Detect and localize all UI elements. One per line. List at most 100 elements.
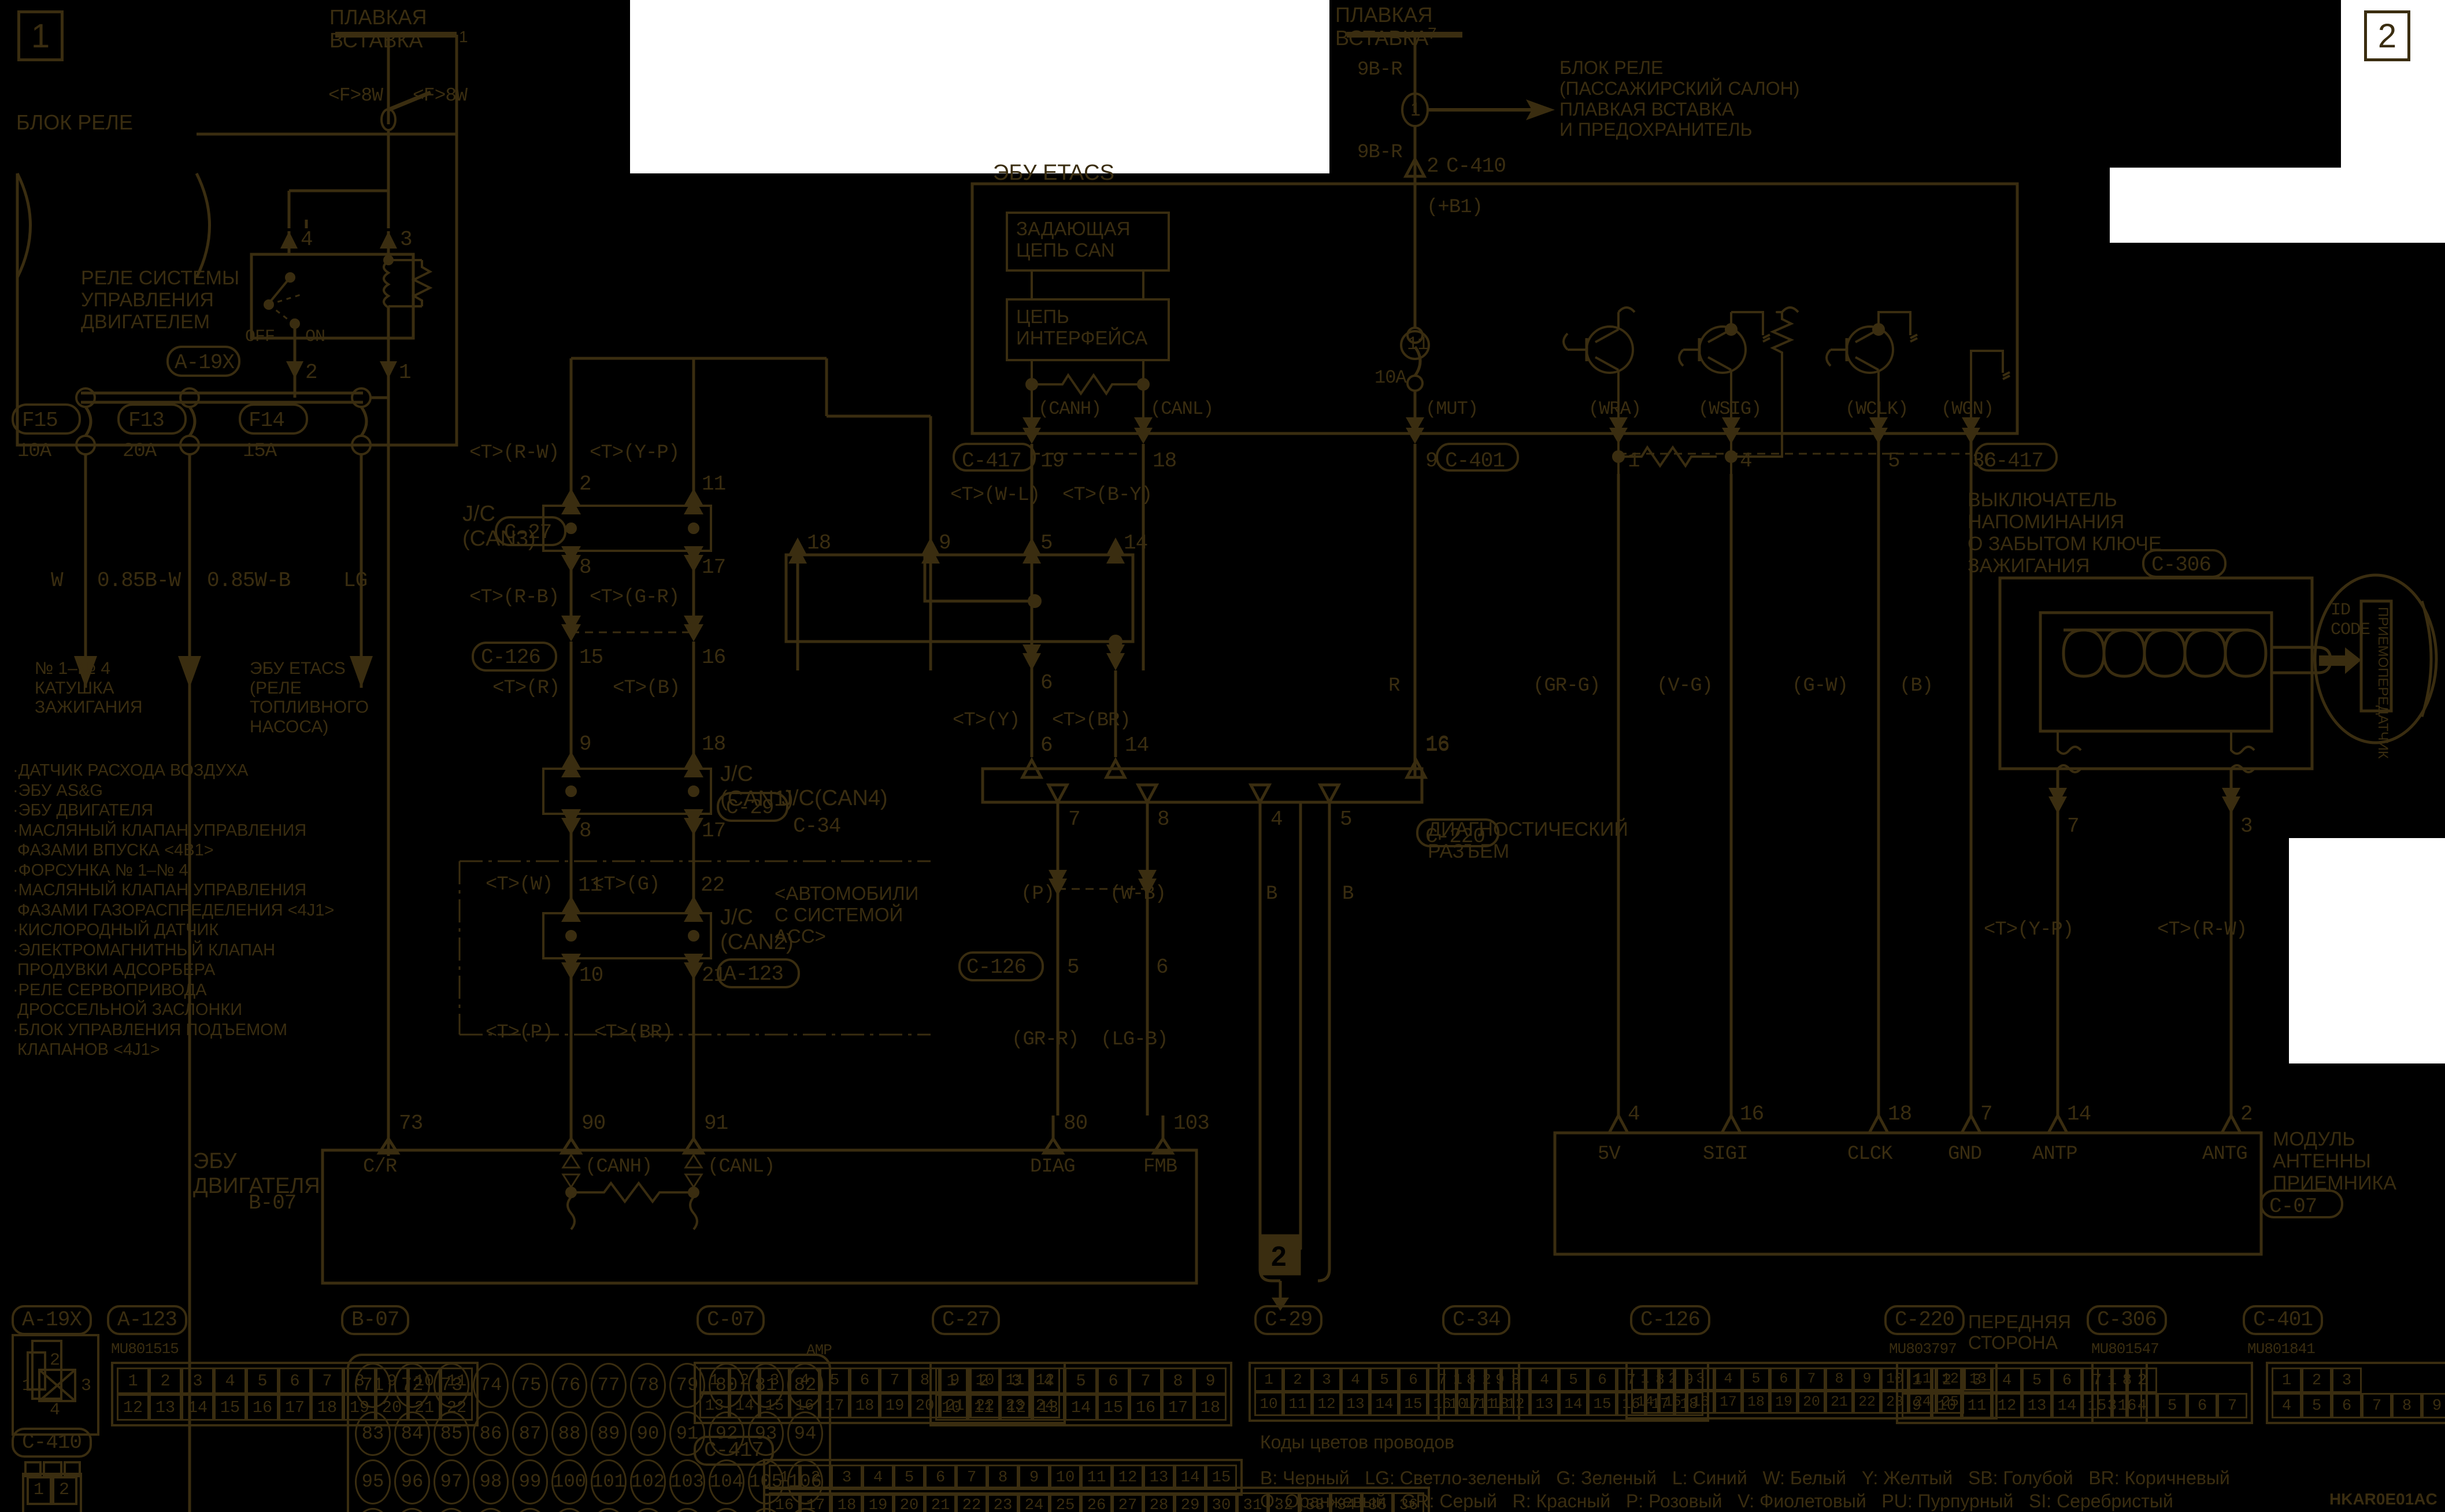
engine-control-relay-name: РЕЛЕ СИСТЕМЫ УПРАВЛЕНИЯ ДВИГАТЕЛЕМ <box>81 267 240 333</box>
connector-pin: 5 <box>2022 1368 2052 1393</box>
etacs-canh-label: (CANH) <box>1038 398 1102 420</box>
wire-label-b-diag1: B <box>1266 883 1277 905</box>
fusible7-connector-c410: C-410 <box>1446 154 1506 178</box>
connector-pin: 108 <box>394 1507 430 1512</box>
page-marker-right: 2 <box>2364 10 2410 61</box>
connector-pin: 19 <box>862 1492 894 1512</box>
connector-pin: 17 <box>1162 1394 1194 1421</box>
connector-pin: 95 <box>355 1459 391 1504</box>
connector-pin: 17 <box>820 1393 850 1418</box>
antenna-pin-16: 16 <box>1740 1102 1764 1126</box>
jc-can1-pin-18: 18 <box>702 732 726 756</box>
connector-pin: 15 <box>214 1394 246 1421</box>
connector-pin: 75 <box>512 1363 548 1408</box>
connector-diagram-c401: 123 456789 <box>2266 1362 2445 1424</box>
connector-pin: 102 <box>630 1459 666 1504</box>
etacs-fuse-11-rating: 10A <box>1375 367 1407 388</box>
connector-pin: 7 <box>1798 1368 1825 1391</box>
connector-pin: 71 <box>355 1363 391 1408</box>
connector-pin: 2 <box>729 1368 760 1393</box>
key-reminder-wire-rw: <T>(R-W) <box>2157 919 2247 941</box>
connector-pin: 10 <box>1443 1392 1472 1416</box>
a19x-pin-4: 4 <box>50 1400 60 1420</box>
wire-label-b: <T>(B) <box>613 677 680 699</box>
c126-lower-pin-6: 6 <box>1156 955 1169 979</box>
connector-pin: 9 <box>1194 1368 1227 1394</box>
connector-pin: 15 <box>1399 1392 1428 1416</box>
connector-pin: 8 <box>1162 1368 1194 1394</box>
can-pin-9: 9 <box>939 531 951 555</box>
connector-pin: 1 <box>1631 1368 1659 1391</box>
connector-pin: 15 <box>1659 1391 1687 1414</box>
etacs-connector-c417: C-417 <box>962 449 1022 473</box>
antenna-module-connector-c07: C-07 <box>2269 1195 2317 1218</box>
connector-pin: 16 <box>246 1394 279 1421</box>
color-codes-line2: O: Оранжевый GR: Серый R: Красный P: Роз… <box>1260 1491 2173 1511</box>
a19x-pin-2: 2 <box>50 1351 60 1370</box>
wire-label-lg: LG <box>343 569 368 592</box>
antenna-pin-18: 18 <box>1888 1102 1912 1126</box>
a19x-pin-1: 1 <box>22 1376 32 1396</box>
connector-pin: 5 <box>1065 1368 1097 1394</box>
connector-pin: 30 <box>1206 1492 1237 1512</box>
transceiver-label: ПРИЕМОПЕРЕДАТЧИК <box>2374 607 2391 759</box>
relay-connector-a19x: A-19X <box>175 351 235 375</box>
connector-pin: 14 <box>181 1394 214 1421</box>
connector-tag-c-306: C-306 <box>2087 1305 2168 1336</box>
connector-pin: 22 <box>956 1492 987 1512</box>
connector-pin: 86 <box>473 1411 509 1456</box>
jc-can2-pin-22: 22 <box>701 873 725 897</box>
connector-pin: 6 <box>1770 1368 1798 1391</box>
connector-tag-c-126: C-126 <box>1630 1305 1711 1336</box>
component-list: ·ДАТЧИК РАСХОДА ВОЗДУХА ·ЭБУ AS&G ·ЭБУ Д… <box>13 761 335 1059</box>
connector-pin: 98 <box>473 1459 509 1504</box>
connector-pin: 103 <box>669 1459 705 1504</box>
connector-pin: 1 <box>1254 1368 1283 1392</box>
wire-label-y: <T>(Y) <box>953 710 1020 732</box>
connector-pin: 2 <box>2302 1368 2332 1393</box>
can-pin-5: 5 <box>1040 531 1053 555</box>
engine-ecu-pin-91: 91 <box>704 1111 728 1135</box>
connector-pin: 13 <box>149 1394 181 1421</box>
fuse-f15-id: F15 <box>22 409 58 432</box>
connector-pin: 114 <box>630 1507 666 1512</box>
connector-pin: 1 <box>1443 1368 1472 1392</box>
connector-pin: 1 <box>2097 1368 2127 1393</box>
connector-pin: 14 <box>1065 1394 1097 1421</box>
relay-pin-3: 3 <box>400 228 413 251</box>
connector-pin: 4 <box>1714 1368 1742 1391</box>
relay-box-passenger-arrow-label: БЛОК РЕЛЕ (ПАССАЖИРСКИЙ САЛОН) ПЛАВКАЯ В… <box>1559 57 1800 140</box>
engine-ecu-label-canl: (CANL) <box>707 1156 775 1178</box>
connector-pin: 12 <box>1312 1392 1341 1416</box>
connector-pin: 3 <box>1687 1368 1714 1391</box>
engine-ecu-pin-90: 90 <box>581 1111 606 1135</box>
connector-pin: 8 <box>1825 1368 1853 1391</box>
jc-can3-pin-8: 8 <box>579 555 592 579</box>
connector-pin: 5 <box>2157 1393 2187 1418</box>
c126-pin-16: 16 <box>702 646 726 669</box>
c126-lower-pin-5: 5 <box>1067 955 1080 979</box>
connector-tag-c-417: C-417 <box>694 1436 775 1466</box>
connector-pin: 112 <box>551 1507 587 1512</box>
connector-tag-b-07: B-07 <box>341 1305 410 1336</box>
fuse-f15-rating: 10A <box>17 440 51 462</box>
connector-pin: 6 <box>850 1368 880 1393</box>
jc-can3-pin-2: 2 <box>579 472 592 496</box>
connector-pin: 3 <box>2097 1393 2127 1418</box>
connector-pin: 101 <box>591 1459 627 1504</box>
antenna-signal-antg: ANTG <box>2202 1143 2248 1165</box>
wire-label-w: W <box>51 569 64 592</box>
jc-can2-connector: A-123 <box>724 962 784 986</box>
connector-pin: 18 <box>1194 1394 1227 1421</box>
connector-pin: 85 <box>434 1411 469 1456</box>
connector-pin: 9 <box>2422 1393 2445 1418</box>
wire-label-085bw: 0.85B-W <box>97 569 181 592</box>
can-pin-18: 18 <box>807 531 831 555</box>
connector-pin: 22 <box>1853 1391 1881 1414</box>
etacs-mut-label: (MUT) <box>1425 398 1479 420</box>
connector-pin: 6 <box>1399 1368 1428 1392</box>
connector-pin: 13 <box>2022 1393 2052 1418</box>
wire-label-rb: <T>(R-B) <box>469 587 560 609</box>
connector-pin: 3 <box>181 1368 214 1394</box>
fusible-link-1-number: 1 <box>459 28 468 46</box>
